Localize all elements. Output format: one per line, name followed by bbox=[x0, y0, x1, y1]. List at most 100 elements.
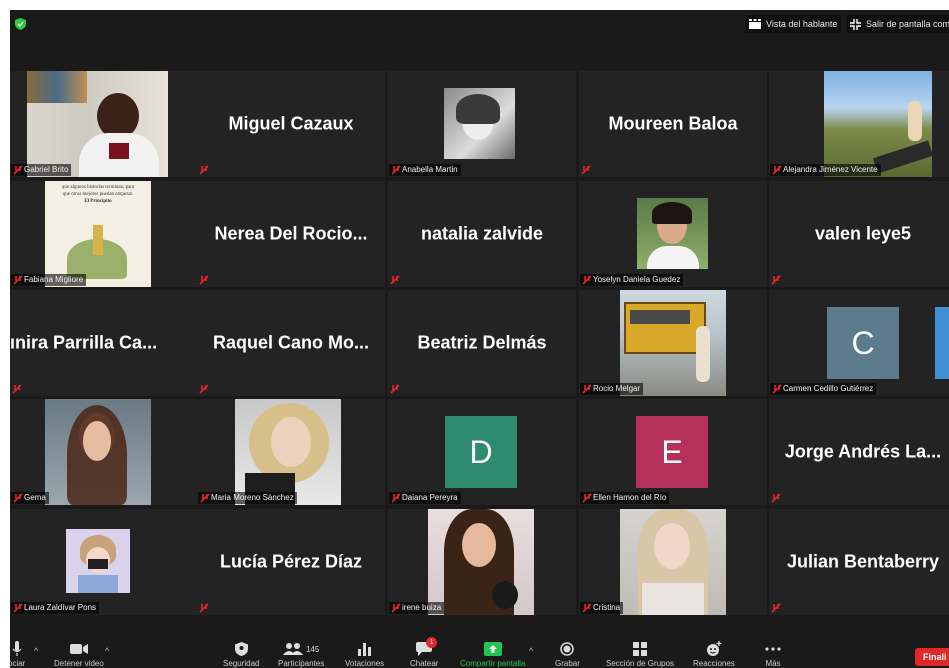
participant-video bbox=[66, 529, 130, 593]
speaker-view-button[interactable]: Vista del hablante bbox=[745, 15, 842, 33]
participant-tile[interactable]: C Carmen Cedillo Gutiérrez bbox=[769, 290, 949, 396]
participant-tile[interactable]: Anabella Martin bbox=[388, 71, 576, 177]
participant-tile[interactable]: E Ellen Hamon del Río bbox=[579, 399, 767, 505]
muted-mic-icon bbox=[582, 493, 592, 503]
participant-name-tag: Maria Moreno Sánchez bbox=[198, 492, 297, 504]
end-meeting-button[interactable]: Finali bbox=[915, 648, 949, 666]
participant-name-tag: Ellen Hamon del Río bbox=[580, 492, 670, 504]
participant-name-tag: Daiana Pereyra bbox=[389, 492, 461, 504]
participant-name-tag: Anabella Martin bbox=[389, 164, 461, 176]
participants-button[interactable]: 145 Participantes bbox=[278, 640, 324, 668]
participant-display-name: Miguel Cazaux bbox=[228, 113, 354, 134]
participants-icon bbox=[282, 643, 303, 655]
exit-fullscreen-label: Salir de pantalla comp bbox=[866, 19, 949, 29]
audio-options-chevron-icon[interactable]: ^ bbox=[34, 646, 38, 656]
participant-tile[interactable]: Moureen Baloa bbox=[579, 71, 767, 177]
participant-tile[interactable]: Maria Moreno Sánchez bbox=[197, 399, 385, 505]
participant-tile[interactable]: Miguel Cazaux bbox=[197, 71, 385, 177]
muted-mic-icon bbox=[582, 603, 592, 613]
participant-display-name: ınira Parrilla Ca... bbox=[10, 332, 158, 353]
muted-mic-icon bbox=[582, 384, 592, 394]
participant-tile[interactable]: Gema bbox=[10, 399, 198, 505]
participant-display-name: valen leye5 bbox=[814, 223, 912, 244]
participant-tile[interactable]: Nerea Del Rocio... bbox=[197, 181, 385, 287]
participant-display-name: natalia zalvide bbox=[420, 223, 544, 244]
participant-name-tag: Carmen Cedillo Gutiérrez bbox=[770, 383, 877, 395]
avatar-partial bbox=[935, 307, 949, 379]
chat-button[interactable]: 1 Chatear bbox=[410, 637, 438, 668]
participant-video bbox=[824, 71, 932, 177]
participant-video bbox=[637, 198, 708, 269]
security-button[interactable]: Seguridad bbox=[223, 640, 259, 668]
breakout-rooms-button[interactable]: Sección de Grupos bbox=[606, 640, 674, 668]
muted-mic-icon bbox=[199, 603, 209, 613]
participant-tile[interactable]: que algunos historias terminan, para que… bbox=[10, 181, 198, 287]
participant-tile[interactable]: Raquel Cano Mo... bbox=[197, 290, 385, 396]
share-options-chevron-icon[interactable]: ^ bbox=[529, 646, 533, 656]
muted-mic-icon bbox=[581, 165, 591, 175]
unmute-button[interactable]: ociar bbox=[10, 640, 25, 668]
participant-tile[interactable]: Alejandra Jiménez Vicente bbox=[769, 71, 949, 177]
video-options-chevron-icon[interactable]: ^ bbox=[105, 646, 109, 656]
meeting-toolbar: ociar ^ Detener video ^ Seguridad 145 Pa… bbox=[10, 637, 949, 668]
participant-display-name: Moureen Baloa bbox=[608, 113, 738, 134]
participant-tile[interactable]: natalia zalvide bbox=[388, 181, 576, 287]
reaction-smiley-icon bbox=[706, 641, 722, 656]
grid-view-icon bbox=[749, 19, 761, 29]
participant-tile[interactable]: Laura Zaldívar Pons bbox=[10, 509, 198, 615]
participant-name-tag: Laura Zaldívar Pons bbox=[11, 602, 100, 614]
participant-video bbox=[620, 290, 726, 396]
participant-video bbox=[620, 509, 726, 615]
participant-name-tag: Gabriel Brito bbox=[11, 164, 72, 176]
muted-mic-icon bbox=[199, 165, 209, 175]
muted-mic-icon bbox=[582, 275, 592, 285]
participant-video: que algunos historias terminan, para que… bbox=[45, 181, 151, 287]
participant-display-name: Raquel Cano Mo... bbox=[212, 332, 369, 353]
share-screen-button[interactable]: Compartir pantalla bbox=[460, 640, 525, 668]
record-icon bbox=[560, 642, 575, 656]
participant-tile[interactable]: Julian Bentaberry bbox=[769, 509, 949, 615]
participant-tile[interactable]: irene buiza bbox=[388, 509, 576, 615]
breakout-rooms-icon bbox=[633, 642, 648, 656]
participant-tile[interactable]: Lucía Pérez Díaz bbox=[197, 509, 385, 615]
participant-tile[interactable]: Jorge Andrés La... bbox=[769, 399, 949, 505]
exit-fullscreen-icon bbox=[850, 18, 861, 30]
more-button[interactable]: Más bbox=[765, 640, 781, 668]
participant-name-tag: Yoselyn Daniela Guedez bbox=[580, 274, 684, 286]
participant-name-tag: Fabiana Migliore bbox=[11, 274, 87, 286]
participant-name-tag: Cristina bbox=[580, 602, 624, 614]
participant-display-name: Nerea Del Rocio... bbox=[214, 223, 368, 244]
participant-name-tag: Alejandra Jiménez Vicente bbox=[770, 164, 881, 176]
muted-mic-icon bbox=[200, 493, 210, 503]
participant-video bbox=[444, 88, 515, 159]
participant-tile[interactable]: ınira Parrilla Ca... bbox=[10, 290, 198, 396]
participant-tile[interactable]: Cristina bbox=[579, 509, 767, 615]
participant-display-name: Lucía Pérez Díaz bbox=[219, 551, 363, 572]
participant-tile[interactable]: Rocio Melgar bbox=[579, 290, 767, 396]
muted-mic-icon bbox=[12, 384, 22, 394]
participant-video bbox=[27, 71, 168, 177]
participant-tile[interactable]: D Daiana Pereyra bbox=[388, 399, 576, 505]
participant-tile[interactable]: Gabriel Brito bbox=[10, 71, 198, 177]
exit-fullscreen-button[interactable]: Salir de pantalla comp bbox=[846, 15, 949, 33]
record-button[interactable]: Grabar bbox=[555, 640, 580, 668]
muted-mic-icon bbox=[391, 493, 401, 503]
muted-mic-icon bbox=[13, 275, 23, 285]
reactions-button[interactable]: Reacciones bbox=[693, 640, 735, 668]
participant-display-name: Jorge Andrés La... bbox=[784, 441, 942, 462]
meeting-window: Vista del hablante Salir de pantalla com… bbox=[10, 10, 949, 668]
participant-video bbox=[428, 509, 534, 615]
muted-mic-icon bbox=[390, 384, 400, 394]
participant-video bbox=[235, 399, 341, 505]
participant-tile[interactable]: Beatriz Delmás bbox=[388, 290, 576, 396]
participant-display-name: Julian Bentaberry bbox=[786, 551, 940, 572]
speaker-view-label: Vista del hablante bbox=[766, 19, 838, 29]
participant-tile[interactable]: valen leye5 bbox=[769, 181, 949, 287]
stop-video-button[interactable]: Detener video bbox=[54, 640, 104, 668]
muted-mic-icon bbox=[771, 275, 781, 285]
share-screen-icon bbox=[483, 642, 502, 656]
more-dots-icon bbox=[765, 647, 781, 651]
participant-tile[interactable]: Yoselyn Daniela Guedez bbox=[579, 181, 767, 287]
polls-button[interactable]: Votaciones bbox=[345, 640, 384, 668]
security-shield-icon[interactable] bbox=[15, 18, 26, 30]
